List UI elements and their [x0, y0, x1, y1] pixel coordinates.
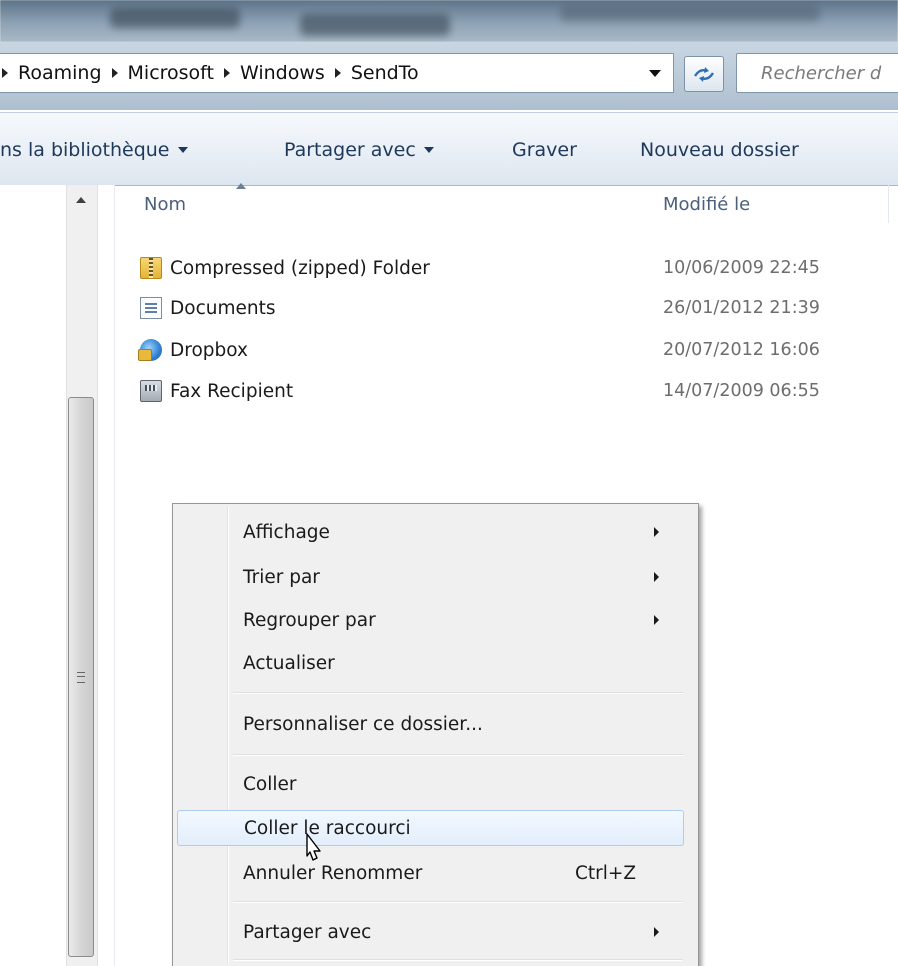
menu-separator: [233, 901, 683, 903]
breadcrumb-separator-icon[interactable]: [2, 68, 8, 78]
chevron-down-icon: [423, 147, 434, 153]
file-name: Compressed (zipped) Folder: [170, 257, 430, 279]
submenu-arrow-icon: [654, 927, 659, 937]
file-name: Documents: [170, 297, 276, 319]
menu-item-annuler-renommer[interactable]: Annuler Renommer Ctrl+Z: [177, 855, 684, 891]
chevron-up-icon: [76, 197, 86, 203]
grip-icon: [77, 671, 85, 683]
share-with-label: Partager avec: [284, 139, 416, 161]
file-row-dropbox[interactable]: Dropbox 20/07/2012 16:06: [138, 334, 880, 366]
window-title-bar: [0, 0, 898, 42]
burn-label: Graver: [512, 139, 577, 161]
column-header-name[interactable]: Nom: [144, 194, 186, 215]
menu-item-label: Coller le raccourci: [244, 817, 411, 839]
context-menu: Affichage Trier par Regrouper par Actual…: [172, 503, 699, 966]
menu-separator: [233, 754, 683, 756]
menu-item-label: Personnaliser ce dossier...: [243, 713, 483, 735]
scroll-up-button[interactable]: [66, 185, 96, 215]
chevron-down-icon: [649, 69, 661, 77]
column-header-modified[interactable]: Modifié le: [663, 194, 750, 215]
menu-item-shortcut: Ctrl+Z: [575, 862, 637, 884]
breadcrumb-separator-icon[interactable]: [334, 68, 341, 78]
menu-item-coller-le-raccourci[interactable]: Coller le raccourci: [177, 810, 684, 846]
file-modified-date: 14/07/2009 06:55: [663, 381, 820, 401]
breadcrumb-separator-icon[interactable]: [223, 68, 230, 78]
file-name: Fax Recipient: [170, 380, 294, 402]
menu-item-affichage[interactable]: Affichage: [177, 514, 684, 550]
file-modified-date: 26/01/2012 21:39: [663, 298, 820, 318]
refresh-icon: [693, 67, 715, 82]
breadcrumb-roaming[interactable]: Roaming: [18, 62, 102, 84]
share-with-button[interactable]: Partager avec: [284, 139, 434, 161]
scrollbar-thumb[interactable]: [68, 397, 94, 957]
menu-item-label: Trier par: [243, 566, 320, 588]
menu-item-label: Partager avec: [243, 921, 372, 943]
include-in-library-button[interactable]: ns la bibliothèque: [0, 139, 188, 161]
breadcrumb-microsoft[interactable]: Microsoft: [128, 62, 214, 84]
chevron-down-icon: [177, 147, 188, 153]
menu-item-coller[interactable]: Coller: [177, 766, 684, 802]
menu-separator: [233, 959, 683, 961]
column-divider[interactable]: [888, 185, 889, 223]
zip-folder-icon: [140, 257, 162, 279]
file-name: Dropbox: [170, 339, 248, 361]
menu-item-actualiser[interactable]: Actualiser: [177, 645, 684, 681]
new-folder-button[interactable]: Nouveau dossier: [640, 139, 799, 161]
new-folder-label: Nouveau dossier: [640, 139, 799, 161]
breadcrumb-windows[interactable]: Windows: [240, 62, 325, 84]
menu-item-personnaliser[interactable]: Personnaliser ce dossier...: [177, 706, 684, 742]
menu-item-label: Annuler Renommer: [243, 862, 423, 884]
fax-icon: [140, 380, 162, 402]
file-modified-date: 10/06/2009 22:45: [663, 258, 820, 278]
address-bar[interactable]: Roaming Microsoft Windows SendTo: [0, 53, 674, 93]
mouse-pointer-icon: [306, 833, 321, 861]
file-row-fax-recipient[interactable]: Fax Recipient 14/07/2009 06:55: [140, 375, 880, 407]
breadcrumb-sendto[interactable]: SendTo: [351, 62, 419, 84]
document-icon: [140, 297, 162, 319]
search-input[interactable]: Rechercher d: [736, 53, 898, 93]
include-in-library-label: ns la bibliothèque: [0, 139, 170, 161]
dropbox-icon: [138, 339, 162, 361]
refresh-button[interactable]: [684, 56, 724, 92]
file-row-documents[interactable]: Documents 26/01/2012 21:39: [140, 292, 880, 324]
menu-item-partager-avec[interactable]: Partager avec: [177, 914, 684, 950]
menu-item-label: Actualiser: [243, 652, 335, 674]
submenu-arrow-icon: [654, 527, 659, 537]
menu-item-label: Coller: [243, 773, 297, 795]
menu-item-trier-par[interactable]: Trier par: [177, 559, 684, 595]
breadcrumb-separator-icon[interactable]: [111, 68, 118, 78]
sort-ascending-icon: [236, 183, 246, 189]
submenu-arrow-icon: [654, 572, 659, 582]
menu-item-label: Regrouper par: [243, 609, 376, 631]
menu-separator: [233, 692, 683, 694]
file-row-compressed-folder[interactable]: Compressed (zipped) Folder 10/06/2009 22…: [140, 252, 880, 284]
file-modified-date: 20/07/2012 16:06: [663, 340, 820, 360]
address-history-dropdown[interactable]: [640, 54, 670, 92]
submenu-arrow-icon: [654, 615, 659, 625]
command-bar: ns la bibliothèque Partager avec Graver …: [0, 112, 898, 186]
menu-item-label: Affichage: [243, 521, 330, 543]
burn-button[interactable]: Graver: [512, 139, 577, 161]
menu-item-regrouper-par[interactable]: Regrouper par: [177, 602, 684, 638]
